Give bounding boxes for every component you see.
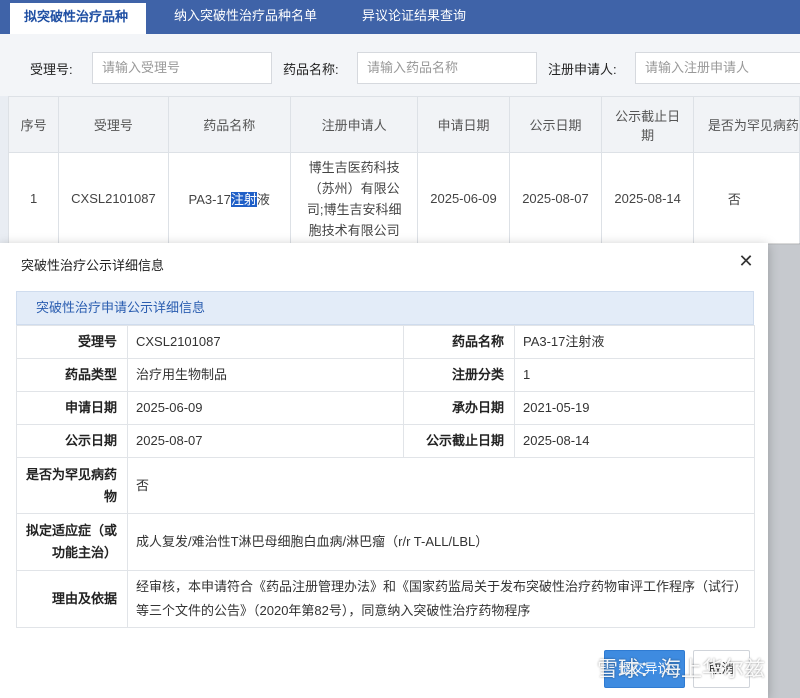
table-header-row: 序号 受理号 药品名称 注册申请人 申请日期 公示日期 公示截止日期 是否为罕见… [7, 96, 800, 153]
apply-date-value: 2025-06-09 [127, 391, 404, 425]
col-applicant: 注册申请人 [289, 96, 419, 153]
indication-key: 拟定适应症（或功能主治） [16, 513, 128, 571]
tab-objection-results[interactable]: 异议论证结果查询 [362, 0, 466, 34]
col-drug-name: 药品名称 [167, 96, 291, 153]
drug-name-label: 药品名称: [283, 62, 339, 77]
accept-no-value: CXSL2101087 [127, 325, 404, 359]
deadline-value: 2025-08-14 [514, 424, 755, 458]
section-title: 突破性治疗申请公示详细信息 [16, 291, 754, 325]
indication-value: 成人复发/难治性T淋巴母细胞白血病/淋巴瘤（r/r T-ALL/LBL） [127, 513, 755, 571]
tab-included-breakthrough-list[interactable]: 纳入突破性治疗品种名单 [174, 0, 317, 34]
cell-index: 1 [7, 152, 60, 245]
tab-proposed-breakthrough[interactable]: 拟突破性治疗品种 [10, 0, 146, 34]
drug-name-key: 药品名称 [403, 325, 515, 359]
col-publish-date: 公示日期 [508, 96, 603, 153]
detail-row: 申请日期 2025-06-09 承办日期 2021-05-19 [16, 391, 755, 425]
undertake-date-value: 2021-05-19 [514, 391, 755, 425]
cell-accept-no: CXSL2101087 [58, 152, 169, 245]
search-bar: 受理号: 请输入受理号 药品名称: 请输入药品名称 注册申请人: 请输入注册申请… [0, 34, 800, 96]
col-apply-date: 申请日期 [417, 96, 510, 153]
drug-name-selection: 注射 [230, 192, 257, 207]
detail-row: 受理号 CXSL2101087 药品名称 PA3-17注射液 [16, 325, 755, 359]
dialog-title: 突破性治疗公示详细信息 [21, 258, 165, 273]
drug-type-key: 药品类型 [16, 358, 128, 392]
accept-no-label: 受理号: [30, 62, 73, 77]
drug-type-value: 治疗用生物制品 [127, 358, 404, 392]
cell-rare-disease: 否 [692, 152, 800, 245]
results-table: 序号 受理号 药品名称 注册申请人 申请日期 公示日期 公示截止日期 是否为罕见… [7, 96, 800, 245]
reason-key: 理由及依据 [16, 570, 128, 628]
close-icon[interactable]: ✕ [736, 251, 756, 271]
reason-value: 经审核，本申请符合《药品注册管理办法》和《国家药监局关于发布突破性治疗药物审评工… [127, 570, 755, 628]
reg-class-value: 1 [514, 358, 755, 392]
xueqiu-logo-icon [564, 656, 592, 685]
detail-row: 公示日期 2025-08-07 公示截止日期 2025-08-14 [16, 424, 755, 458]
col-index: 序号 [7, 96, 60, 153]
undertake-date-key: 承办日期 [403, 391, 515, 425]
detail-row: 理由及依据 经审核，本申请符合《药品注册管理办法》和《国家药监局关于发布突破性治… [16, 570, 755, 628]
detail-row: 药品类型 治疗用生物制品 注册分类 1 [16, 358, 755, 392]
accept-no-key: 受理号 [16, 325, 128, 359]
watermark-text: 雪球：海上华尔兹 [597, 658, 765, 681]
drug-name-value: PA3-17注射液 [514, 325, 755, 359]
cell-drug-name: PA3-17注射液 [167, 152, 291, 245]
table-row[interactable]: 1 CXSL2101087 PA3-17注射液 博生吉医药科技（苏州）有限公司;… [7, 152, 800, 245]
drug-name-input[interactable]: 请输入药品名称 [357, 52, 537, 84]
col-rare-disease: 是否为罕见病药 [692, 96, 800, 153]
cell-applicant: 博生吉医药科技（苏州）有限公司;博生吉安科细胞技术有限公司 [289, 152, 419, 245]
applicant-label: 注册申请人: [548, 62, 617, 77]
accept-no-input[interactable]: 请输入受理号 [92, 52, 272, 84]
watermark: 雪球：海上华尔兹 [563, 653, 765, 687]
cell-apply-date: 2025-06-09 [417, 152, 510, 245]
tab-bar: 拟突破性治疗品种 纳入突破性治疗品种名单 异议论证结果查询 [0, 0, 800, 34]
detail-dialog: 突破性治疗公示详细信息 ✕ 突破性治疗申请公示详细信息 受理号 CXSL2101… [0, 243, 768, 698]
cell-publish-date: 2025-08-07 [508, 152, 603, 245]
drug-name-suffix: 液 [256, 192, 270, 207]
detail-row: 是否为罕见病药物 否 [16, 457, 755, 514]
reg-class-key: 注册分类 [403, 358, 515, 392]
apply-date-key: 申请日期 [16, 391, 128, 425]
publish-date-value: 2025-08-07 [127, 424, 404, 458]
drug-name-prefix: PA3-17 [188, 192, 231, 207]
publish-date-key: 公示日期 [16, 424, 128, 458]
col-accept-no: 受理号 [58, 96, 169, 153]
rare-key: 是否为罕见病药物 [16, 457, 128, 514]
rare-value: 否 [127, 457, 755, 514]
cell-deadline: 2025-08-14 [601, 152, 694, 245]
deadline-key: 公示截止日期 [403, 424, 515, 458]
detail-table: 受理号 CXSL2101087 药品名称 PA3-17注射液 药品类型 治疗用生… [16, 325, 755, 628]
applicant-input[interactable]: 请输入注册申请人 [635, 52, 800, 84]
col-deadline: 公示截止日期 [601, 96, 694, 153]
detail-row: 拟定适应症（或功能主治） 成人复发/难治性T淋巴母细胞白血病/淋巴瘤（r/r T… [16, 513, 755, 571]
